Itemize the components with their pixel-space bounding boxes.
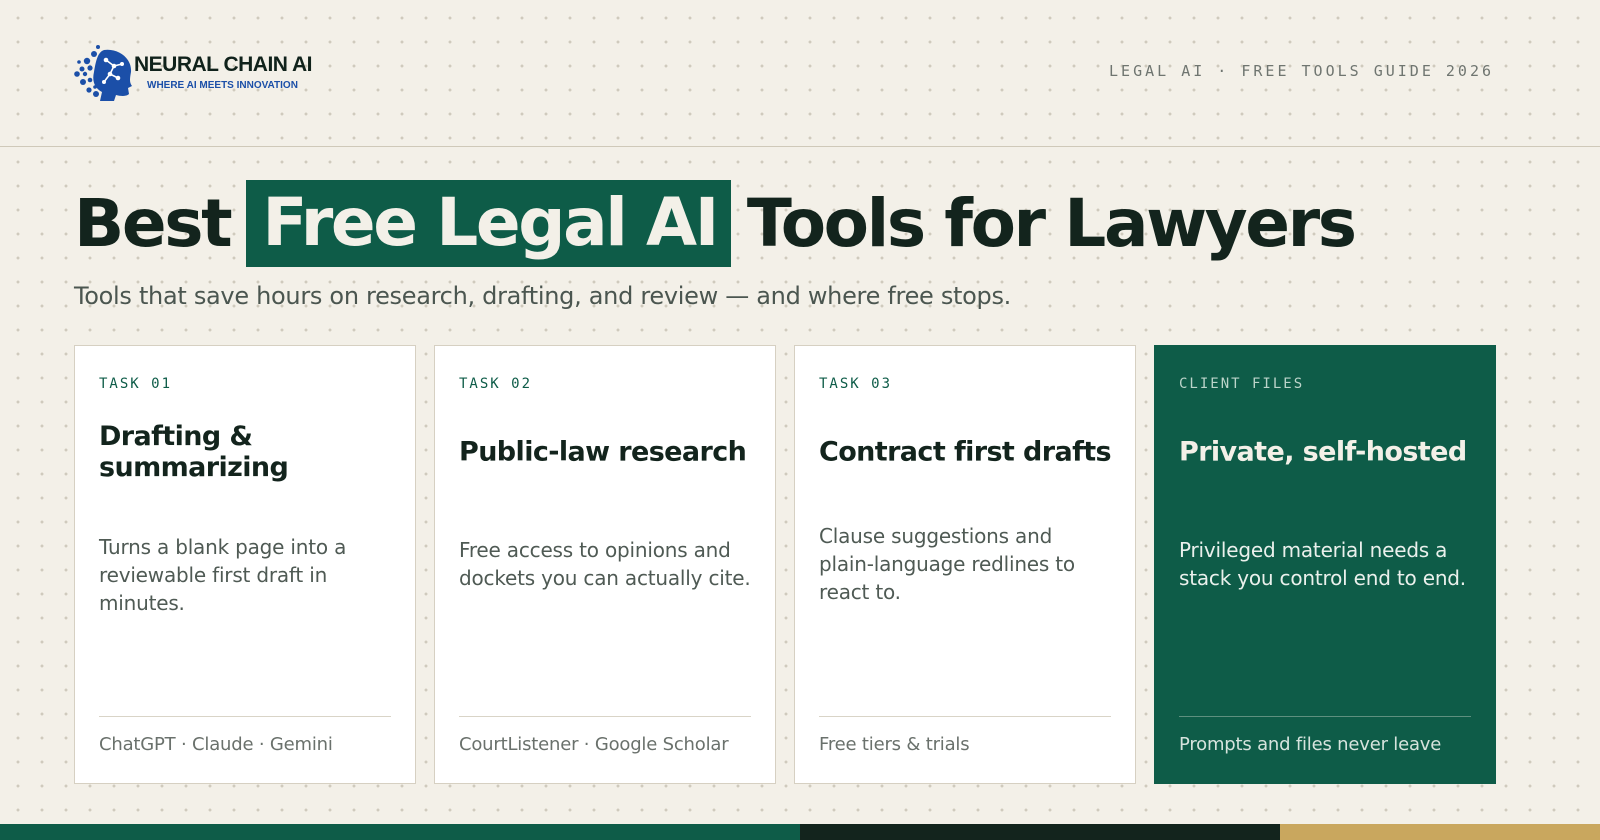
- task-cards: TASK 01 Drafting & summarizing Turns a b…: [74, 345, 1496, 784]
- card-footer: ChatGPT · Claude · Gemini: [99, 734, 333, 755]
- card-footer: Free tiers & trials: [819, 734, 970, 755]
- page-subtitle: Tools that save hours on research, draft…: [74, 282, 1012, 310]
- card-title: Public-law research: [459, 436, 747, 468]
- card-contracts[interactable]: TASK 03 Contract first drafts Clause sug…: [794, 345, 1136, 784]
- brand-tagline: WHERE AI MEETS INNOVATION: [147, 80, 298, 91]
- card-client-files[interactable]: CLIENT FILES Private, self-hosted Privil…: [1154, 345, 1496, 784]
- card-tag: TASK 01: [99, 376, 173, 392]
- brand-text: NEURAL CHAIN AI WHERE AI MEETS INNOVATIO…: [134, 53, 313, 93]
- card-body: Free access to opinions and dockets you …: [459, 538, 751, 590]
- bar-segment-dark: [800, 824, 1280, 840]
- page-title: Best Free Legal AI Tools for Lawyers: [74, 180, 1357, 267]
- guide-label: LEGAL AI · FREE TOOLS GUIDE 2026: [1109, 62, 1494, 80]
- card-body: Privileged material needs a stack you co…: [1179, 538, 1466, 590]
- card-divider: [819, 716, 1111, 717]
- card-divider: [99, 716, 391, 717]
- card-divider: [459, 716, 751, 717]
- header-divider: [0, 146, 1600, 147]
- card-tag: TASK 02: [459, 376, 533, 392]
- card-footer: Prompts and files never leave: [1179, 734, 1442, 755]
- card-title: Contract first drafts: [819, 436, 1112, 468]
- card-drafting[interactable]: TASK 01 Drafting & summarizing Turns a b…: [74, 345, 416, 784]
- brand-name: NEURAL CHAIN AI: [134, 53, 313, 76]
- card-research[interactable]: TASK 02 Public-law research Free access …: [434, 345, 776, 784]
- bar-segment-green: [0, 824, 800, 840]
- title-highlight: Free Legal AI: [246, 180, 731, 267]
- card-title: Private, self-hosted: [1179, 436, 1467, 468]
- bar-segment-gold: [1280, 824, 1600, 840]
- card-body: Turns a blank page into a reviewable fir…: [99, 535, 347, 615]
- title-before: Best: [74, 185, 233, 262]
- card-tag: TASK 03: [819, 376, 893, 392]
- card-body: Clause suggestions and plain-language re…: [819, 524, 1075, 604]
- brain-network-icon: [74, 45, 132, 101]
- title-after: Tools for Lawyers: [746, 185, 1357, 262]
- card-divider: [1179, 716, 1471, 717]
- brand-logo[interactable]: NEURAL CHAIN AI WHERE AI MEETS INNOVATIO…: [74, 44, 313, 102]
- card-footer: CourtListener · Google Scholar: [459, 734, 729, 755]
- card-tag: CLIENT FILES: [1179, 376, 1305, 392]
- bottom-color-bar: [0, 824, 1600, 840]
- card-title: Drafting & summarizing: [99, 421, 289, 483]
